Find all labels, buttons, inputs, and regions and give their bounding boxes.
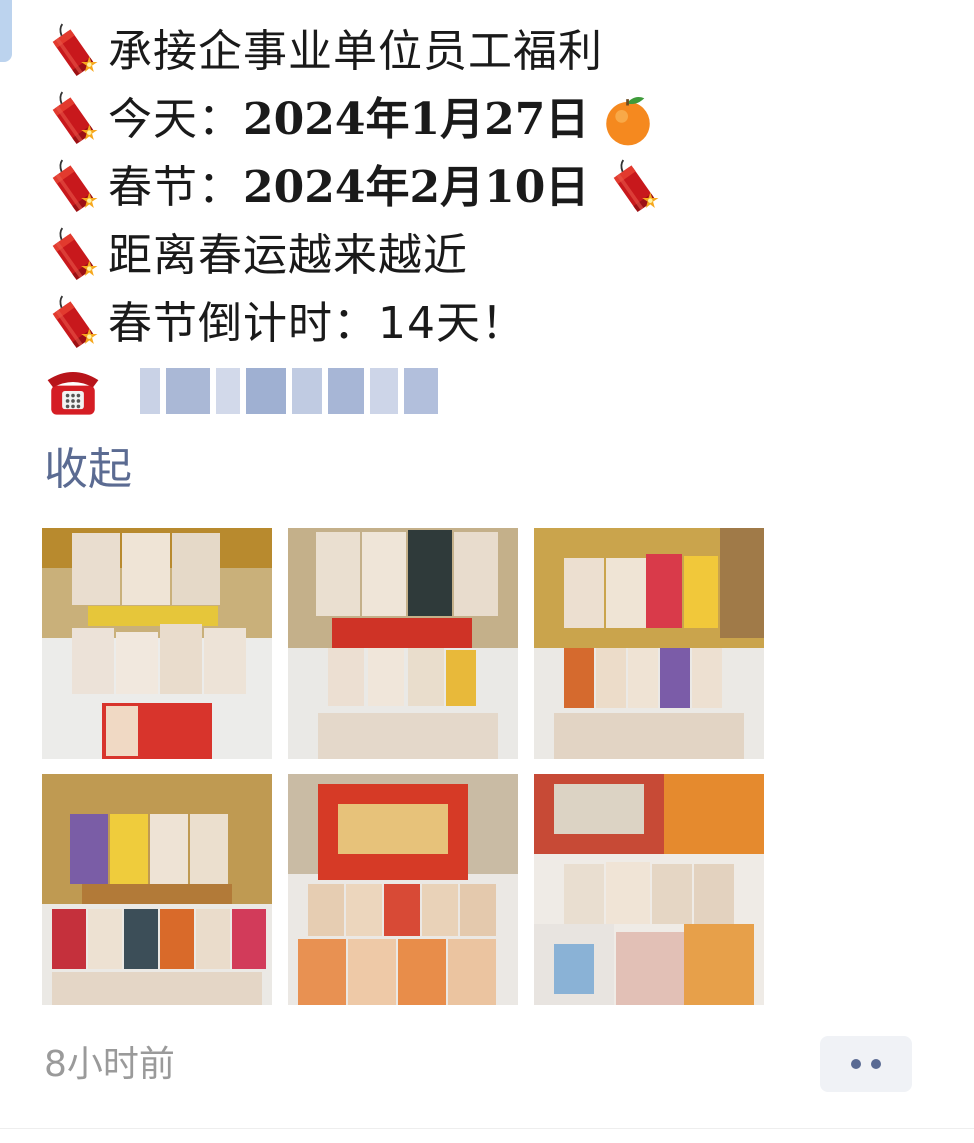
- post-line-label: 今天：: [108, 94, 243, 145]
- post-content: 承接企事业单位员工福利 今天： 2024年1月27日 春节： 2024年2月10…: [44, 18, 944, 502]
- snack-bags-photo-icon: [534, 528, 764, 759]
- spring-festival-date: 2024年2月10日: [243, 162, 590, 213]
- post-line-1: 承接企事业单位员工福利: [44, 18, 944, 86]
- gift-box-photo-icon: [288, 774, 518, 1005]
- post-line-label: 春节：: [108, 162, 243, 213]
- post-line-2: 今天： 2024年1月27日: [44, 86, 944, 154]
- tangerine-icon: [599, 91, 657, 149]
- photo-thumbnail-5[interactable]: [288, 774, 518, 1005]
- photo-thumbnail-1[interactable]: [42, 528, 272, 759]
- avatar[interactable]: [0, 0, 12, 62]
- photo-grid: [42, 528, 764, 1006]
- divider: [0, 1128, 974, 1129]
- firecracker-icon: [44, 227, 102, 285]
- post-line-3: 春节： 2024年2月10日: [44, 154, 944, 222]
- post-line-4: 距离春运越来越近: [44, 222, 944, 290]
- today-date: 2024年1月27日: [243, 94, 590, 145]
- more-button[interactable]: [820, 1036, 912, 1092]
- post-line-text: 距离春运越来越近: [108, 230, 468, 281]
- telephone-icon: [44, 362, 102, 420]
- snack-bags-photo-icon: [42, 774, 272, 1005]
- photo-thumbnail-4[interactable]: [42, 774, 272, 1005]
- more-dots-icon: [851, 1059, 861, 1069]
- firecracker-icon: [44, 23, 102, 81]
- post-line-text: 承接企事业单位员工福利: [108, 26, 603, 77]
- photo-thumbnail-6[interactable]: [534, 774, 764, 1005]
- photo-thumbnail-2[interactable]: [288, 528, 518, 759]
- blurred-phone-number: [140, 368, 438, 414]
- firecracker-icon: [44, 91, 102, 149]
- photo-thumbnail-3[interactable]: [534, 528, 764, 759]
- firecracker-icon: [44, 295, 102, 353]
- contact-line: [44, 358, 944, 424]
- firecracker-icon: [605, 159, 663, 217]
- snack-bags-photo-icon: [288, 528, 518, 759]
- firecracker-icon: [44, 159, 102, 217]
- more-dots-icon: [871, 1059, 881, 1069]
- post-line-5: 春节倒计时：14天！: [44, 290, 944, 358]
- post-timestamp: 8小时前: [44, 1044, 175, 1085]
- collapse-link[interactable]: 收起: [44, 438, 944, 502]
- gift-box-photo-icon: [534, 774, 764, 1005]
- countdown-text: 春节倒计时：14天！: [108, 298, 526, 349]
- snack-bags-photo-icon: [42, 528, 272, 759]
